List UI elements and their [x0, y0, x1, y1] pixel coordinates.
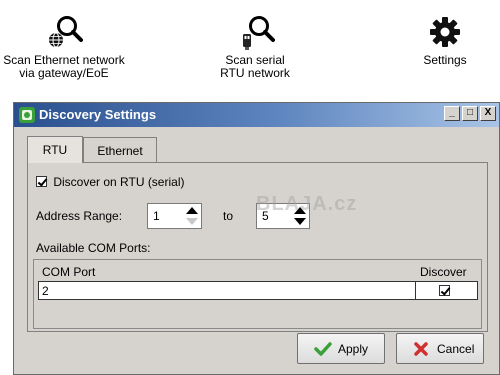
scan-ethernet-label: Scan Ethernet network via gateway/EoE	[3, 53, 125, 80]
range-from-value: 1	[153, 209, 160, 223]
checkmark-icon	[314, 342, 332, 356]
discover-rtu-checkbox-row[interactable]: Discover on RTU (serial)	[36, 174, 184, 189]
serial-search-icon	[243, 16, 275, 50]
cancel-button[interactable]: Cancel	[396, 333, 484, 364]
maximize-button[interactable]: □	[462, 106, 478, 121]
com-ports-grid: COM Port Discover 2	[33, 259, 482, 329]
discover-rtu-label: Discover on RTU (serial)	[53, 174, 185, 189]
address-range-label: Address Range:	[36, 209, 123, 223]
dialog-title: Discovery Settings	[39, 107, 157, 122]
apply-label: Apply	[338, 342, 369, 356]
scan-ethernet-button[interactable]: Scan Ethernet network via gateway/EoE	[0, 14, 128, 80]
range-to-down-arrow-icon[interactable]	[294, 218, 306, 225]
tab-rtu[interactable]: RTU	[27, 136, 83, 163]
scan-rtu-label: Scan serial RTU network	[220, 53, 290, 80]
column-header-com-port[interactable]: COM Port	[42, 265, 95, 279]
toolbar: Scan Ethernet network via gateway/EoE Sc…	[0, 0, 500, 96]
table-row[interactable]: 2	[38, 281, 478, 300]
range-from-spinner[interactable]: 1	[147, 203, 202, 229]
close-button[interactable]: X	[480, 106, 496, 121]
column-header-discover[interactable]: Discover	[420, 265, 467, 279]
watermark: BLAJA.cz	[256, 193, 358, 215]
minimize-button[interactable]: _	[444, 106, 460, 121]
globe-search-icon	[49, 16, 83, 48]
discover-rtu-checkbox[interactable]	[36, 176, 47, 188]
com-port-cell[interactable]: 2	[39, 282, 416, 299]
range-from-up-arrow-icon[interactable]	[186, 207, 198, 214]
apply-button[interactable]: Apply	[297, 333, 385, 364]
settings-label: Settings	[423, 53, 467, 67]
window-controls: _ □ X	[442, 106, 496, 121]
range-to-label: to	[223, 209, 234, 223]
range-from-down-arrow-icon[interactable]	[186, 218, 198, 225]
scan-rtu-button[interactable]: Scan serial RTU network	[190, 14, 320, 80]
gear-icon	[430, 17, 460, 47]
app-icon	[19, 107, 35, 123]
available-ports-label: Available COM Ports:	[36, 241, 151, 255]
cancel-label: Cancel	[437, 342, 475, 356]
cancel-x-icon	[414, 342, 428, 356]
tab-ethernet[interactable]: Ethernet	[83, 137, 157, 162]
dialog-titlebar[interactable]: Discovery Settings _ □ X	[14, 103, 499, 127]
settings-button[interactable]: Settings	[412, 14, 478, 67]
discover-port-checkbox[interactable]	[439, 285, 450, 296]
